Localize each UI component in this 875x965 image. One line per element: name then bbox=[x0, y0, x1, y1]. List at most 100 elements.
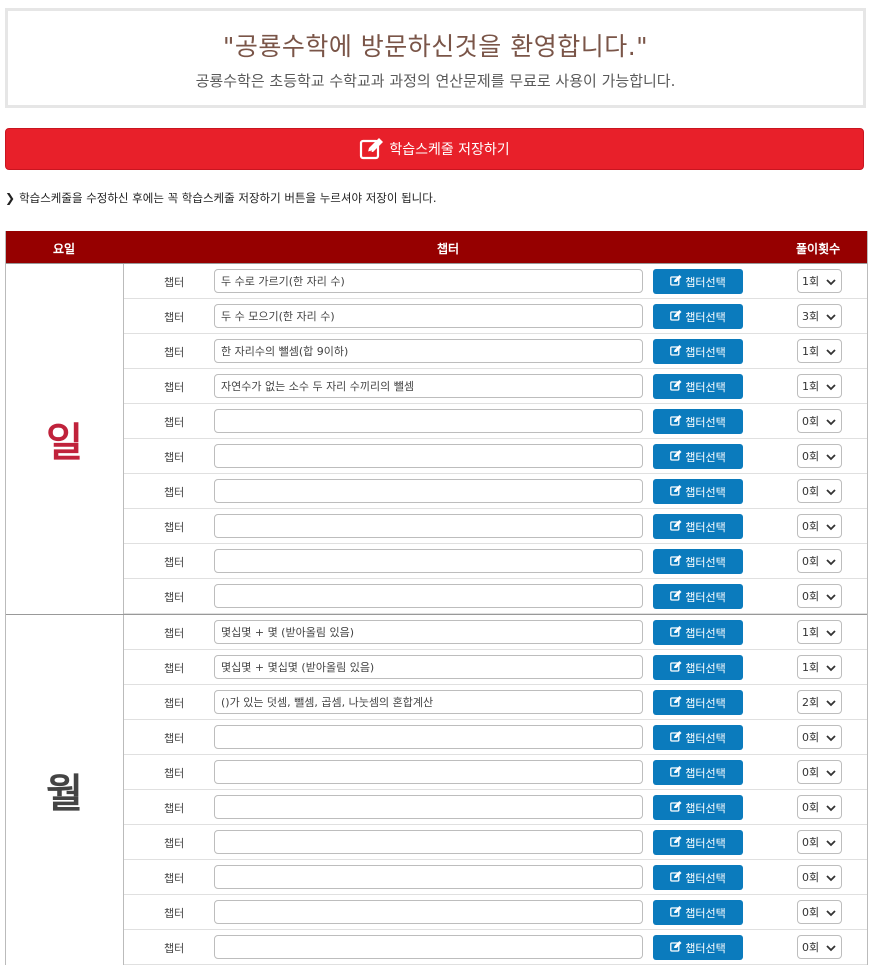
welcome-subtitle: 공룡수학은 초등학교 수학교과 과정의 연산문제를 무료로 사용이 가능합니다. bbox=[195, 72, 676, 90]
chapter-select-button[interactable]: 챕터선택 bbox=[653, 760, 743, 785]
count-select[interactable]: 3회 bbox=[797, 304, 842, 328]
chapter-select-button[interactable]: 챕터선택 bbox=[653, 900, 743, 925]
chapter-select-button[interactable]: 챕터선택 bbox=[653, 584, 743, 609]
table-row: 챕터 자연수가 없는 소수 두 자리 수끼리의 뺄셈 챕터선택 1회 bbox=[124, 369, 867, 404]
chapter-input[interactable] bbox=[214, 584, 643, 608]
chapter-select-button[interactable]: 챕터선택 bbox=[653, 795, 743, 820]
day-name: 일 bbox=[6, 264, 124, 614]
chapter-label: 챕터 bbox=[164, 837, 185, 850]
chevron-down-icon bbox=[826, 521, 836, 534]
count-value: 0회 bbox=[802, 485, 820, 498]
chapter-input[interactable] bbox=[214, 514, 643, 538]
chevron-right-icon: ❯ bbox=[5, 191, 16, 205]
chevron-down-icon bbox=[826, 451, 836, 464]
table-header: 요일 챕터 풀이횟수 bbox=[6, 231, 867, 263]
chevron-down-icon bbox=[826, 662, 836, 675]
table-row: 챕터 챕터선택 0회 bbox=[124, 860, 867, 895]
chapter-input[interactable] bbox=[214, 865, 643, 889]
count-select[interactable]: 1회 bbox=[797, 269, 842, 293]
chapter-input[interactable]: 두 수 모으기(한 자리 수) bbox=[214, 304, 643, 328]
day-name: 월 bbox=[6, 615, 124, 965]
chapter-input[interactable]: ()가 있는 덧셈, 뺄셈, 곱셈, 나눗셈의 혼합계산 bbox=[214, 690, 643, 714]
count-select[interactable]: 0회 bbox=[797, 760, 842, 784]
count-value: 0회 bbox=[802, 731, 820, 744]
count-select[interactable]: 0회 bbox=[797, 549, 842, 573]
chapter-input[interactable] bbox=[214, 795, 643, 819]
count-select[interactable]: 0회 bbox=[797, 865, 842, 889]
count-value: 0회 bbox=[802, 801, 820, 814]
edit-icon bbox=[670, 870, 682, 885]
chapter-select-button[interactable]: 챕터선택 bbox=[653, 935, 743, 960]
chapter-select-button[interactable]: 챕터선택 bbox=[653, 479, 743, 504]
chapter-select-button[interactable]: 챕터선택 bbox=[653, 725, 743, 750]
chapter-input[interactable] bbox=[214, 479, 643, 503]
chapter-input[interactable] bbox=[214, 830, 643, 854]
chapter-input[interactable]: 한 자리수의 뺄셈(합 9이하) bbox=[214, 339, 643, 363]
chapter-input[interactable]: 자연수가 없는 소수 두 자리 수끼리의 뺄셈 bbox=[214, 374, 643, 398]
count-select[interactable]: 0회 bbox=[797, 514, 842, 538]
chapter-select-label: 챕터선택 bbox=[685, 310, 726, 324]
edit-icon bbox=[670, 940, 682, 955]
count-value: 0회 bbox=[802, 415, 820, 428]
chapter-select-label: 챕터선택 bbox=[685, 801, 726, 815]
count-select[interactable]: 0회 bbox=[797, 409, 842, 433]
count-value: 0회 bbox=[802, 906, 820, 919]
chapter-input[interactable]: 두 수로 가르기(한 자리 수) bbox=[214, 269, 643, 293]
count-select[interactable]: 0회 bbox=[797, 584, 842, 608]
chapter-select-button[interactable]: 챕터선택 bbox=[653, 444, 743, 469]
count-value: 0회 bbox=[802, 555, 820, 568]
chapter-select-button[interactable]: 챕터선택 bbox=[653, 269, 743, 294]
edit-icon bbox=[670, 414, 682, 429]
chapter-input[interactable]: 몇십몇 + 몇십몇 (받아올림 있음) bbox=[214, 655, 643, 679]
chapter-input[interactable]: 몇십몇 + 몇 (받아올림 있음) bbox=[214, 620, 643, 644]
chapter-select-button[interactable]: 챕터선택 bbox=[653, 830, 743, 855]
chapter-select-button[interactable]: 챕터선택 bbox=[653, 339, 743, 364]
count-select[interactable]: 1회 bbox=[797, 620, 842, 644]
chevron-down-icon bbox=[826, 802, 836, 815]
chapter-input[interactable] bbox=[214, 725, 643, 749]
chapter-select-button[interactable]: 챕터선택 bbox=[653, 620, 743, 645]
chapter-select-label: 챕터선택 bbox=[685, 836, 726, 850]
table-row: 챕터 두 수 모으기(한 자리 수) 챕터선택 3회 bbox=[124, 299, 867, 334]
chevron-down-icon bbox=[826, 276, 836, 289]
edit-icon bbox=[670, 660, 682, 675]
count-select[interactable]: 1회 bbox=[797, 374, 842, 398]
count-select[interactable]: 0회 bbox=[797, 725, 842, 749]
chapter-select-label: 챕터선택 bbox=[685, 661, 726, 675]
table-row: 챕터 ()가 있는 덧셈, 뺄셈, 곱셈, 나눗셈의 혼합계산 챕터선택 2회 bbox=[124, 685, 867, 720]
chevron-down-icon bbox=[826, 627, 836, 640]
chapter-label: 챕터 bbox=[164, 732, 185, 745]
chapter-select-button[interactable]: 챕터선택 bbox=[653, 304, 743, 329]
count-select[interactable]: 1회 bbox=[797, 339, 842, 363]
chapter-input[interactable] bbox=[214, 760, 643, 784]
chapter-input[interactable] bbox=[214, 444, 643, 468]
chapter-input[interactable] bbox=[214, 935, 643, 959]
count-select[interactable]: 0회 bbox=[797, 444, 842, 468]
count-select[interactable]: 0회 bbox=[797, 935, 842, 959]
table-row: 챕터 두 수로 가르기(한 자리 수) 챕터선택 1회 bbox=[124, 264, 867, 299]
chapter-select-button[interactable]: 챕터선택 bbox=[653, 374, 743, 399]
chapter-select-button[interactable]: 챕터선택 bbox=[653, 514, 743, 539]
chapter-input[interactable] bbox=[214, 900, 643, 924]
chapter-label: 챕터 bbox=[164, 802, 185, 815]
chapter-input[interactable] bbox=[214, 409, 643, 433]
table-row: 챕터 챕터선택 0회 bbox=[124, 509, 867, 544]
welcome-title: "공룡수학에 방문하신것을 환영합니다." bbox=[222, 32, 649, 61]
chapter-select-button[interactable]: 챕터선택 bbox=[653, 690, 743, 715]
count-select[interactable]: 0회 bbox=[797, 795, 842, 819]
chapter-input[interactable] bbox=[214, 549, 643, 573]
edit-icon bbox=[670, 765, 682, 780]
chapter-select-button[interactable]: 챕터선택 bbox=[653, 865, 743, 890]
chapter-select-button[interactable]: 챕터선택 bbox=[653, 409, 743, 434]
chevron-down-icon bbox=[826, 872, 836, 885]
chapter-select-button[interactable]: 챕터선택 bbox=[653, 549, 743, 574]
count-select[interactable]: 2회 bbox=[797, 690, 842, 714]
count-select[interactable]: 1회 bbox=[797, 655, 842, 679]
chevron-down-icon bbox=[826, 556, 836, 569]
save-schedule-button[interactable]: 학습스케줄 저장하기 bbox=[5, 128, 864, 170]
count-select[interactable]: 0회 bbox=[797, 479, 842, 503]
chevron-down-icon bbox=[826, 591, 836, 604]
chapter-select-button[interactable]: 챕터선택 bbox=[653, 655, 743, 680]
count-select[interactable]: 0회 bbox=[797, 830, 842, 854]
count-select[interactable]: 0회 bbox=[797, 900, 842, 924]
